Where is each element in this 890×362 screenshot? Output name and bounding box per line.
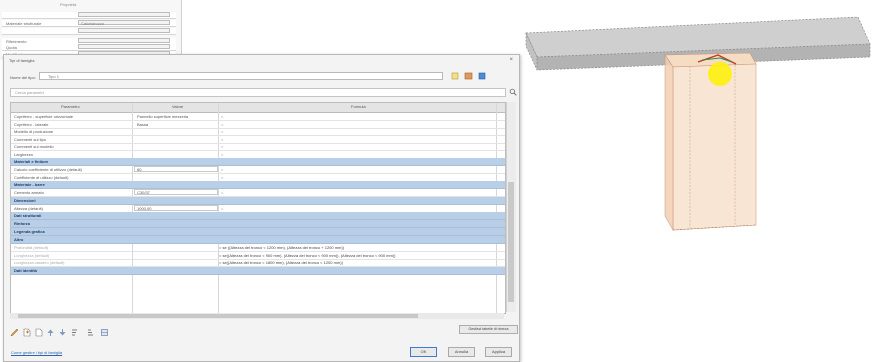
move-up-icon[interactable] [46, 328, 55, 337]
parameter-name: Modello di produzione [14, 129, 54, 134]
group-label: Materiale - barre [14, 182, 45, 187]
property-row[interactable]: Materiale strutturale Calcestruzzo [2, 20, 176, 27]
family-types-dialog: Tipi di famiglia × Nome del tipo: Tipo 1… [3, 54, 520, 362]
group-label: Materiali e finiture [14, 159, 49, 164]
close-icon[interactable]: × [509, 57, 513, 63]
formula-equals[interactable]: = [221, 129, 223, 134]
parameter-formula[interactable]: = se ((Altezza del tronco < 1200 mm), (A… [219, 245, 344, 250]
formula-equals[interactable]: = [221, 190, 223, 195]
parameter-name: Copriferro - superficie orizzontale [14, 114, 73, 119]
properties-title: Proprietà [60, 2, 77, 7]
delete-parameter-icon[interactable] [34, 328, 43, 337]
column-header-formula[interactable]: Formula [351, 104, 366, 109]
parameter-name: Calcolo coefficiente di utilizzo (defaul… [14, 167, 82, 172]
parameter-name: Lunghezza (default) [14, 252, 50, 258]
help-link[interactable]: Come gestire i tipi di famiglia [11, 350, 62, 355]
parameter-name: Larghezza [14, 151, 33, 157]
parameter-value[interactable]: Bassa [137, 122, 148, 127]
parameter-name: Coefficiente di utilizzo (default) [14, 174, 69, 180]
parameters-table: Parametro Valore Formula Copriferro - su… [10, 102, 506, 314]
rename-type-icon[interactable] [464, 72, 474, 80]
parameter-group-row[interactable]: Dati strutturali [11, 212, 505, 220]
parameter-group-row[interactable]: Dimensioni [11, 196, 505, 205]
sort-ascending-icon[interactable] [70, 328, 79, 337]
parameter-value[interactable]: Pannello superficie mezzeria [137, 114, 188, 119]
group-label: Legenda grafica [14, 229, 45, 234]
group-label: Dati strutturali [14, 213, 42, 218]
vertical-scrollbar[interactable] [506, 102, 516, 312]
move-down-icon[interactable] [58, 328, 67, 337]
parameter-group-row[interactable]: Altro [11, 236, 505, 244]
parameter-group-row[interactable]: Materiale - barre [11, 181, 505, 189]
group-label: Dati identità [14, 267, 37, 273]
apply-button[interactable]: Applica [485, 347, 512, 357]
group-label: Altro [14, 237, 24, 242]
parameter-group-row[interactable]: Legenda grafica [11, 228, 505, 236]
table-header: Parametro Valore Formula [11, 103, 505, 113]
horizontal-scrollbar[interactable] [10, 313, 504, 319]
new-type-icon[interactable] [450, 72, 460, 80]
cancel-button[interactable]: Annulla [448, 347, 475, 357]
column-header-parameter[interactable]: Parametro [61, 104, 80, 109]
properties-palette: Proprietà Materiale strutturale Calcestru… [0, 0, 182, 60]
formula-equals[interactable]: = [221, 175, 223, 180]
formula-equals[interactable]: = [221, 122, 223, 127]
scrollbar-thumb[interactable] [508, 182, 514, 302]
parameter-value[interactable]: 60 [137, 167, 141, 172]
delete-type-icon[interactable] [477, 72, 487, 80]
formula-equals[interactable]: = [221, 152, 223, 157]
column-header-value[interactable]: Valore [172, 104, 183, 109]
manage-lookup-tables-button[interactable]: Gestisci tabelle di ricerca [459, 325, 518, 334]
parameter-name: Cemento armato [14, 190, 44, 195]
parameter-name: Lunghezza cassero (default) [14, 260, 65, 265]
formula-equals[interactable]: = [221, 167, 223, 172]
type-name-label: Nome del tipo: [10, 75, 36, 80]
parameter-group-row[interactable]: Materiali e finiture [11, 158, 505, 166]
ok-button[interactable]: OK [410, 347, 437, 357]
type-name-value: Tipo 1 [48, 74, 59, 79]
search-parameters-input[interactable]: Cerca parametri [10, 88, 506, 97]
parameter-name: Commenti sul modello [14, 144, 54, 149]
formula-equals[interactable]: = [221, 137, 223, 142]
parameter-value[interactable]: 1000.00 [137, 206, 151, 211]
property-row[interactable]: Quota [2, 44, 176, 51]
formula-equals[interactable]: = [221, 144, 223, 149]
dialog-title: Tipi di famiglia [9, 58, 35, 63]
sort-descending-icon[interactable] [86, 328, 95, 337]
parameter-name: Commenti sul tipo [14, 136, 47, 142]
parameter-group-row[interactable]: Rinforzo [11, 220, 505, 228]
group-label: Rinforzo [14, 221, 31, 226]
formula-equals[interactable]: = [221, 206, 223, 211]
property-row[interactable] [2, 12, 176, 19]
new-parameter-icon[interactable] [22, 328, 31, 337]
edit-type-icon[interactable] [10, 328, 19, 337]
formula-equals[interactable]: = [221, 114, 223, 119]
search-icon[interactable] [509, 88, 517, 96]
group-label: Dimensioni [14, 197, 36, 203]
parameter-name: Altezza (default) [14, 205, 43, 211]
parameter-name: Profondità (default) [14, 245, 49, 250]
parameter-formula[interactable]: = se((Altezza del tronco < 900 mm), (Alt… [219, 253, 396, 258]
lookup-tables-icon[interactable] [100, 328, 109, 337]
parameter-name: Copriferro - laterale [14, 121, 49, 127]
3d-view[interactable] [520, 0, 890, 362]
property-row[interactable] [2, 28, 176, 35]
parameter-formula[interactable]: = se((Altezza del tronco < 1800 mm), (Al… [219, 260, 343, 265]
parameter-group-row[interactable]: Dati identità [11, 266, 505, 275]
type-name-select[interactable]: Tipo 1 [39, 72, 443, 80]
scrollbar-thumb[interactable] [18, 314, 418, 318]
value-input-box[interactable] [134, 166, 218, 172]
parameter-value[interactable]: C30/37 [137, 190, 150, 195]
